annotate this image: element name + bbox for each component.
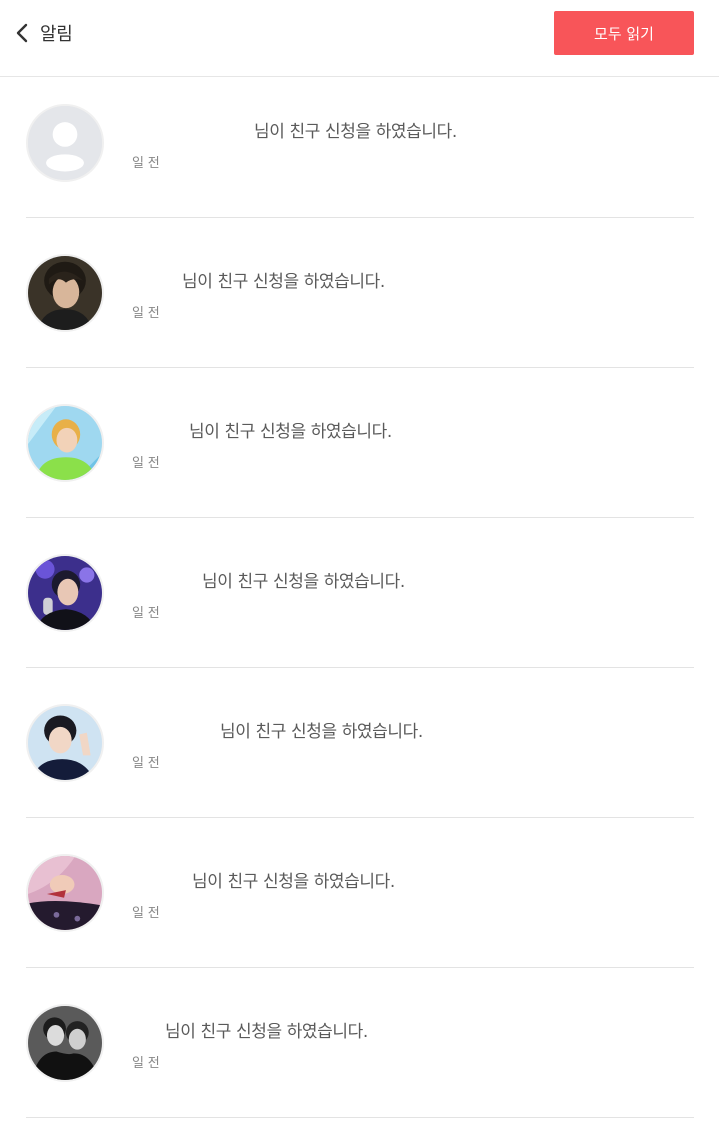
redacted-username xyxy=(132,568,202,590)
notification-message: 님이 친구 신청을 하였습니다. xyxy=(254,121,457,142)
notification-text-line: 님이 친구 신청을 하였습니다. xyxy=(132,1016,368,1042)
notification-time: 일 전 xyxy=(132,606,160,621)
redacted-username xyxy=(132,718,220,740)
user-avatar xyxy=(26,404,104,482)
notification-item[interactable]: 님이 친구 신청을 하였습니다. 일 전 xyxy=(0,68,719,218)
notification-item[interactable]: 님이 친구 신청을 하였습니다. 일 전 xyxy=(0,818,719,968)
notification-message: 님이 친구 신청을 하였습니다. xyxy=(202,571,405,592)
user-avatar xyxy=(26,554,104,632)
user-avatar xyxy=(26,854,104,932)
notification-item[interactable]: 님이 친구 신청을 하였습니다. 일 전 xyxy=(0,218,719,368)
notification-text-line: 님이 친구 신청을 하였습니다. xyxy=(132,416,392,442)
default-avatar-icon xyxy=(26,104,104,182)
notification-time: 일 전 xyxy=(132,306,160,321)
notification-item[interactable]: 님이 친구 신청을 하였습니다. 일 전 xyxy=(0,668,719,818)
notification-message: 님이 친구 신청을 하였습니다. xyxy=(182,271,385,292)
chevron-left-icon xyxy=(14,22,32,44)
notification-message: 님이 친구 신청을 하였습니다. xyxy=(189,421,392,442)
notification-text-line: 님이 친구 신청을 하였습니다. xyxy=(132,116,457,142)
redacted-username xyxy=(132,118,254,140)
app-header: 알림 모두 읽기 xyxy=(0,0,719,77)
notification-message: 님이 친구 신청을 하였습니다. xyxy=(220,721,423,742)
user-avatar xyxy=(26,704,104,782)
notification-time: 일 전 xyxy=(132,756,160,771)
notification-message: 님이 친구 신청을 하였습니다. xyxy=(165,1021,368,1042)
notification-time: 일 전 xyxy=(132,906,160,921)
notification-text-line: 님이 친구 신청을 하였습니다. xyxy=(132,266,385,292)
notification-message: 님이 친구 신청을 하였습니다. xyxy=(192,871,395,892)
redacted-username xyxy=(132,1018,165,1040)
user-avatar xyxy=(26,1004,104,1082)
notification-text-line: 님이 친구 신청을 하였습니다. xyxy=(132,866,395,892)
redacted-username xyxy=(132,418,189,440)
notification-item[interactable]: 님이 친구 신청을 하였습니다. 일 전 xyxy=(0,968,719,1118)
notification-item[interactable]: 님이 친구 신청을 하였습니다. 일 전 xyxy=(0,518,719,668)
notification-text-line: 님이 친구 신청을 하였습니다. xyxy=(132,566,405,592)
notification-time: 일 전 xyxy=(132,156,160,171)
user-avatar xyxy=(26,254,104,332)
notification-text-line: 님이 친구 신청을 하였습니다. xyxy=(132,716,423,742)
read-all-button[interactable]: 모두 읽기 xyxy=(554,11,694,55)
back-button[interactable]: 알림 xyxy=(8,16,79,50)
redacted-username xyxy=(132,868,192,890)
notification-item[interactable]: 님이 친구 신청을 하였습니다. 일 전 xyxy=(0,368,719,518)
notification-time: 일 전 xyxy=(132,1056,160,1071)
redacted-username xyxy=(132,268,182,290)
notification-time: 일 전 xyxy=(132,456,160,471)
notification-list: 님이 친구 신청을 하였습니다. 일 전 님이 친구 신청을 하였습니다. 일 … xyxy=(0,68,719,1118)
page-title: 알림 xyxy=(40,24,73,45)
